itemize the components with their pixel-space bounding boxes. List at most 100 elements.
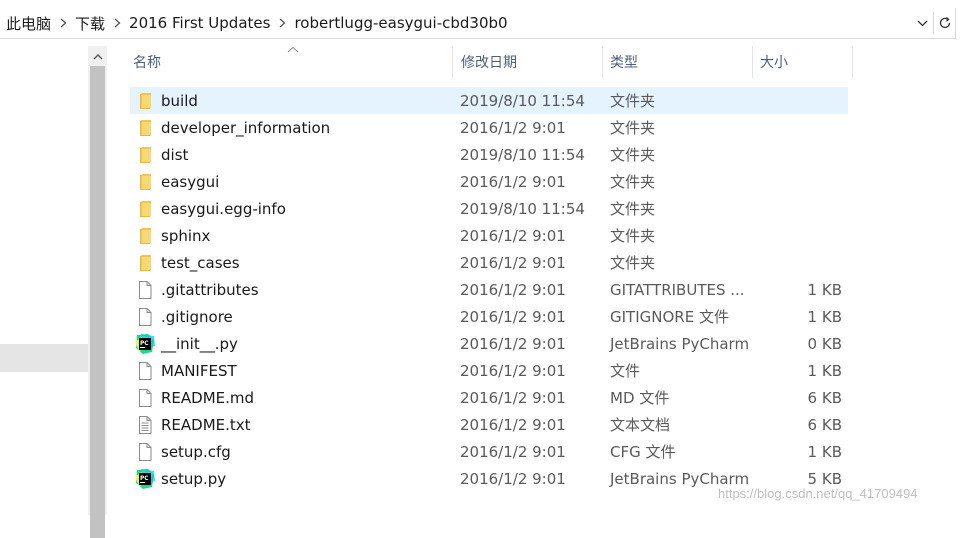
file-name: setup.cfg — [161, 442, 231, 461]
file-type: 文件夹 — [610, 146, 656, 164]
file-size: 1 KB — [807, 361, 842, 380]
file-row[interactable]: test_cases 2016/1/2 9:01 文件夹 — [130, 249, 848, 276]
column-header-size[interactable]: 大小 — [734, 46, 834, 78]
pycharm-icon: PC — [135, 469, 155, 489]
file-row[interactable]: dist 2019/8/10 11:54 文件夹 — [130, 141, 848, 168]
file-date: 2016/1/2 9:01 — [460, 172, 566, 191]
file-name: __init__.py — [161, 334, 238, 353]
file-date: 2016/1/2 9:01 — [460, 280, 566, 299]
column-header-type[interactable]: 类型 — [584, 46, 734, 78]
file-row[interactable]: easygui 2016/1/2 9:01 文件夹 — [130, 168, 848, 195]
breadcrumb-this-pc[interactable]: 此电脑 — [0, 13, 57, 34]
file-name: build — [161, 91, 198, 110]
svg-text:PC: PC — [140, 341, 149, 347]
file-type: 文件夹 — [610, 227, 656, 245]
file-name: MANIFEST — [161, 361, 237, 380]
column-header-date[interactable]: 修改日期 — [435, 46, 585, 78]
file-type: 文件夹 — [610, 200, 656, 218]
file-size: 1 KB — [807, 280, 842, 299]
file-row[interactable]: sphinx 2016/1/2 9:01 文件夹 — [130, 222, 848, 249]
chevron-right-icon[interactable] — [57, 8, 69, 38]
folder-icon — [135, 118, 155, 138]
file-type: JetBrains PyCharm — [610, 334, 750, 353]
file-size: 6 KB — [807, 388, 842, 407]
file-date: 2019/8/10 11:54 — [460, 145, 585, 164]
file-type: GITIGNORE 文件 — [610, 308, 729, 326]
file-name: README.txt — [161, 415, 251, 434]
file-type: 文件 — [610, 362, 641, 380]
file-type: 文件夹 — [610, 173, 656, 191]
navigation-scrollbar[interactable] — [88, 46, 107, 538]
address-bar[interactable]: 此电脑 下载 2016 First Updates robertlugg-eas… — [0, 0, 973, 46]
file-row[interactable]: README.md 2016/1/2 9:01 MD 文件 6 KB — [130, 384, 848, 411]
file-date: 2016/1/2 9:01 — [460, 361, 566, 380]
watermark: https://blog.csdn.net/qq_41709494 — [718, 486, 918, 501]
column-headers: 名称 修改日期 类型 大小 — [107, 46, 973, 78]
file-type: JetBrains PyCharm — [610, 469, 750, 488]
file-size: 1 KB — [807, 307, 842, 326]
file-date: 2016/1/2 9:01 — [460, 442, 566, 461]
file-size: 5 KB — [807, 469, 842, 488]
file-name: .gitattributes — [161, 280, 259, 299]
folder-icon — [135, 145, 155, 165]
file-date: 2016/1/2 9:01 — [460, 253, 566, 272]
file-date: 2016/1/2 9:01 — [460, 334, 566, 353]
file-name: README.md — [161, 388, 255, 407]
file-name: easygui — [161, 172, 220, 191]
file-row[interactable]: easygui.egg-info 2019/8/10 11:54 文件夹 — [130, 195, 848, 222]
file-name: test_cases — [161, 253, 240, 272]
file-list[interactable]: build 2019/8/10 11:54 文件夹 developer_informa… — [130, 87, 850, 492]
file-row[interactable]: .gitattributes 2016/1/2 9:01 GITATTRIBUTES… — [130, 276, 848, 303]
breadcrumb-2016-first-updates[interactable]: 2016 First Updates — [123, 14, 276, 32]
navigation-pane[interactable] — [0, 46, 88, 515]
pycharm-icon: PC — [135, 334, 155, 354]
file-date: 2016/1/2 9:01 — [460, 307, 566, 326]
breadcrumb: 此电脑 下载 2016 First Updates robertlugg-eas… — [0, 8, 910, 38]
file-icon — [135, 361, 155, 381]
file-icon — [135, 442, 155, 462]
folder-icon — [135, 91, 155, 111]
file-row[interactable]: MANIFEST 2016/1/2 9:01 文件 1 KB — [130, 357, 848, 384]
file-size: 1 KB — [807, 442, 842, 461]
file-icon — [135, 388, 155, 408]
file-type: 文件夹 — [610, 254, 656, 272]
nav-selected-item[interactable] — [0, 344, 88, 372]
file-name: setup.py — [161, 469, 227, 488]
folder-icon — [135, 253, 155, 273]
column-divider[interactable] — [852, 46, 853, 78]
breadcrumb-downloads[interactable]: 下载 — [69, 13, 111, 34]
file-date: 2016/1/2 9:01 — [460, 226, 566, 245]
file-row[interactable]: setup.cfg 2016/1/2 9:01 CFG 文件 1 KB — [130, 438, 848, 465]
file-row[interactable]: build 2019/8/10 11:54 文件夹 — [130, 87, 848, 114]
chevron-right-icon[interactable] — [111, 8, 123, 38]
file-type: CFG 文件 — [610, 443, 676, 461]
scroll-up-icon[interactable] — [88, 48, 107, 66]
file-type: 文本文档 — [610, 416, 671, 434]
column-header-name[interactable]: 名称 — [107, 46, 452, 78]
file-row[interactable]: .gitignore 2016/1/2 9:01 GITIGNORE 文件 1 KB — [130, 303, 848, 330]
chevron-down-icon[interactable] — [912, 12, 932, 34]
file-name: sphinx — [161, 226, 211, 245]
file-name: dist — [161, 145, 189, 164]
breadcrumb-current-folder[interactable]: robertlugg-easygui-cbd30b0 — [288, 14, 513, 32]
scroll-thumb[interactable] — [90, 66, 105, 538]
file-name: .gitignore — [161, 307, 233, 326]
file-name: developer_information — [161, 118, 331, 137]
file-date: 2016/1/2 9:01 — [460, 469, 566, 488]
file-type: 文件夹 — [610, 119, 656, 137]
file-row[interactable]: README.txt 2016/1/2 9:01 文本文档 6 KB — [130, 411, 848, 438]
text-file-icon — [135, 415, 155, 435]
refresh-icon[interactable] — [933, 12, 956, 34]
file-type: MD 文件 — [610, 389, 670, 407]
file-type: GITATTRIBUTES ... — [610, 280, 745, 299]
file-row[interactable]: developer_information 2016/1/2 9:01 文件夹 — [130, 114, 848, 141]
file-type: 文件夹 — [610, 92, 656, 110]
file-date: 2016/1/2 9:01 — [460, 415, 566, 434]
file-name: easygui.egg-info — [161, 199, 286, 218]
file-size: 0 KB — [807, 334, 842, 353]
file-size: 6 KB — [807, 415, 842, 434]
file-date: 2016/1/2 9:01 — [460, 388, 566, 407]
chevron-right-icon[interactable] — [276, 8, 288, 38]
file-row[interactable]: PC __init__.py 2016/1/2 9:01 JetBrains PyCh… — [130, 330, 848, 357]
folder-icon — [135, 199, 155, 219]
